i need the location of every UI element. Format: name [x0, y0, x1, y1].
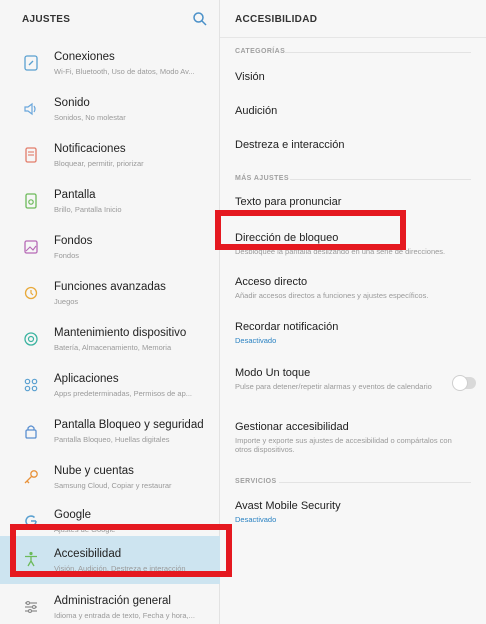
sidebar-item-subtitle: Samsung Cloud, Copiar y restaurar — [54, 481, 172, 490]
setting-title: Acceso directo — [235, 276, 308, 288]
setting-vision[interactable]: Visión — [220, 64, 486, 92]
sidebar-item-subtitle: Apps predeterminadas, Permisos de ap... — [54, 389, 192, 398]
advanced-features-icon — [24, 286, 38, 300]
sidebar-item-title: Mantenimiento dispositivo — [54, 327, 187, 339]
setting-title: Recordar notificación — [235, 321, 339, 333]
setting-status: Desactivado — [235, 336, 277, 345]
search-icon[interactable] — [192, 11, 208, 27]
highlight-box — [215, 210, 406, 250]
connections-icon — [24, 55, 38, 71]
sidebar-title: AJUSTES — [22, 14, 71, 25]
sidebar-item-administracion[interactable]: Administración general Idioma y entrada … — [0, 586, 220, 624]
sidebar-item-pantalla-bloqueo[interactable]: Pantalla Bloqueo y seguridad Pantalla Bl… — [0, 410, 220, 456]
page-title: ACCESIBILIDAD — [235, 14, 318, 25]
wallpaper-icon — [24, 240, 38, 254]
sidebar-item-sonido[interactable]: Sonido Sonidos, No molestar — [0, 88, 220, 134]
general-management-icon — [25, 600, 37, 614]
sidebar-item-title: Fondos — [54, 235, 93, 247]
sidebar-item-subtitle: Idioma y entrada de texto, Fecha y hora,… — [54, 611, 195, 620]
sound-icon — [24, 102, 36, 116]
sidebar-item-subtitle: Bloquear, permitir, priorizar — [54, 159, 144, 168]
setting-subtitle: Importe y exporte sus ajustes de accesib… — [235, 436, 452, 454]
apps-icon — [24, 378, 38, 392]
setting-title: Gestionar accesibilidad — [235, 421, 349, 433]
setting-destreza[interactable]: Destreza e interacción — [220, 132, 486, 160]
notifications-icon — [25, 147, 37, 163]
sidebar-item-mantenimiento[interactable]: Mantenimiento dispositivo Batería, Almac… — [0, 318, 220, 364]
sidebar-item-title: Pantalla — [54, 189, 96, 201]
sidebar-item-pantalla[interactable]: Pantalla Brillo, Pantalla Inicio — [0, 180, 220, 226]
device-maintenance-icon — [24, 332, 38, 346]
sidebar-item-title: Administración general — [54, 595, 171, 607]
sidebar-item-title: Notificaciones — [54, 143, 126, 155]
sidebar-item-title: Google — [54, 509, 92, 521]
sidebar-item-subtitle: Brillo, Pantalla Inicio — [54, 205, 122, 214]
section-divider — [285, 52, 471, 53]
display-icon — [25, 193, 37, 209]
sidebar-item-subtitle: Fondos — [54, 251, 80, 260]
setting-title: Destreza e interacción — [235, 139, 345, 151]
sidebar-item-nube-cuentas[interactable]: Nube y cuentas Samsung Cloud, Copiar y r… — [0, 456, 220, 502]
setting-subtitle: Añadir accesos directos a funciones y aj… — [235, 291, 429, 300]
sidebar-item-title: Sonido — [54, 97, 90, 109]
sidebar-item-title: Pantalla Bloqueo y seguridad — [54, 419, 204, 431]
sidebar-item-fondos[interactable]: Fondos Fondos — [0, 226, 220, 272]
section-divider — [279, 482, 471, 483]
setting-acceso-directo[interactable]: Acceso directo Añadir accesos directos a… — [220, 270, 486, 306]
sidebar-item-notificaciones[interactable]: Notificaciones Bloquear, permitir, prior… — [0, 134, 220, 180]
setting-avast[interactable]: Avast Mobile Security Desactivado — [220, 492, 486, 528]
section-divider — [290, 179, 471, 180]
accessibility-header: ACCESIBILIDAD — [220, 0, 486, 38]
modo-un-toque-toggle[interactable] — [452, 375, 476, 391]
setting-status: Desactivado — [235, 515, 277, 524]
lock-icon — [25, 425, 37, 439]
sidebar-item-title: Aplicaciones — [54, 373, 119, 385]
accessibility-panel — [220, 0, 486, 624]
section-label-mas-ajustes: MÁS AJUSTES — [235, 175, 289, 182]
setting-title: Visión — [235, 71, 265, 83]
sidebar-item-subtitle: Sonidos, No molestar — [54, 113, 126, 122]
sidebar-item-subtitle: Wi-Fi, Bluetooth, Uso de datos, Modo Av.… — [54, 67, 195, 76]
setting-modo-un-toque[interactable]: Modo Un toque Pulse para detener/repetir… — [220, 361, 486, 405]
toggle-knob — [452, 375, 468, 391]
section-label-servicios: SERVICIOS — [235, 478, 277, 485]
sidebar-item-title: Nube y cuentas — [54, 465, 134, 477]
setting-title: Audición — [235, 105, 278, 117]
highlight-box — [10, 524, 232, 577]
setting-title: Texto para pronunciar — [235, 196, 342, 208]
sidebar-item-subtitle: Batería, Almacenamiento, Memoria — [54, 343, 172, 352]
sidebar-item-conexiones[interactable]: Conexiones Wi-Fi, Bluetooth, Uso de dato… — [0, 42, 220, 88]
sidebar-header: AJUSTES — [0, 0, 220, 38]
setting-gestionar-accesibilidad[interactable]: Gestionar accesibilidad Importe y export… — [220, 414, 486, 464]
sidebar-item-aplicaciones[interactable]: Aplicaciones Apps predeterminadas, Permi… — [0, 364, 220, 410]
setting-title: Avast Mobile Security — [235, 500, 341, 512]
setting-recordar-notificacion[interactable]: Recordar notificación Desactivado — [220, 315, 486, 351]
key-icon — [24, 470, 38, 484]
setting-audicion[interactable]: Audición — [220, 98, 486, 126]
setting-title: Modo Un toque — [235, 367, 311, 379]
sidebar-item-subtitle: Pantalla Bloqueo, Huellas digitales — [54, 435, 170, 444]
section-label-categorias: CATEGORÍAS — [235, 48, 286, 55]
sidebar-item-title: Conexiones — [54, 51, 115, 63]
sidebar-item-funciones-avanzadas[interactable]: Funciones avanzadas Juegos — [0, 272, 220, 318]
sidebar-item-title: Funciones avanzadas — [54, 281, 166, 293]
setting-subtitle: Pulse para detener/repetir alarmas y eve… — [235, 382, 432, 391]
sidebar-item-subtitle: Juegos — [54, 297, 79, 306]
